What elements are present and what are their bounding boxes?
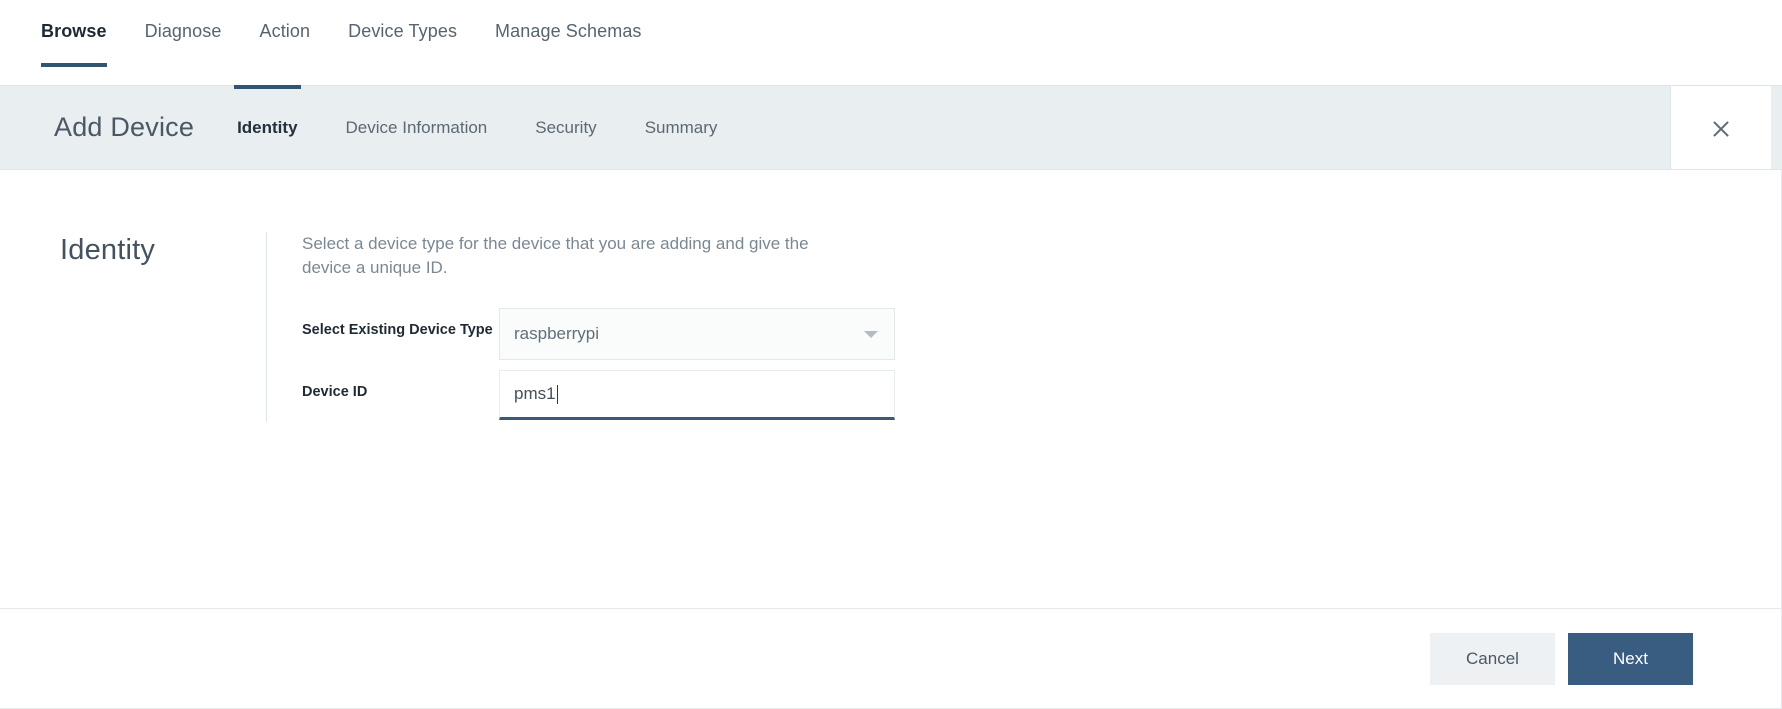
next-button[interactable]: Next: [1568, 632, 1693, 685]
page-title: Identity: [60, 234, 156, 266]
nav-item-manage-schemas[interactable]: Manage Schemas: [495, 0, 641, 85]
device-type-select[interactable]: raspberrypi: [499, 308, 895, 361]
wizard-step-summary-label: Summary: [644, 117, 718, 137]
device-id-value: pms1: [514, 384, 556, 404]
cancel-button[interactable]: Cancel: [1430, 632, 1555, 685]
nav-item-browse-label: Browse: [41, 21, 107, 41]
device-type-label: Select Existing Device Type: [302, 322, 493, 339]
nav-item-diagnose-label: Diagnose: [144, 21, 222, 41]
wizard-content-panel: Identity Select a device type for the de…: [0, 170, 1782, 608]
wizard-step-identity[interactable]: Identity: [234, 85, 302, 169]
field-row-device-type: Select Existing Device Type raspberrypi: [302, 308, 1781, 361]
nav-item-device-types-label: Device Types: [348, 21, 458, 41]
nav-item-manage-schemas-label: Manage Schemas: [495, 21, 642, 41]
identity-section: Identity Select a device type for the de…: [0, 170, 1781, 422]
field-row-device-id: Device ID pms1: [302, 370, 1781, 421]
text-cursor: [556, 384, 559, 404]
wizard-step-device-information-label: Device Information: [345, 117, 488, 137]
nav-item-diagnose[interactable]: Diagnose: [145, 0, 222, 85]
device-type-control: raspberrypi: [499, 308, 895, 361]
wizard-header: Add Device Identity Device Information S…: [0, 85, 1782, 170]
wizard-step-list: Identity Device Information Security Sum…: [234, 85, 765, 169]
wizard-step-device-information[interactable]: Device Information: [346, 86, 488, 169]
nav-item-device-types[interactable]: Device Types: [348, 0, 457, 85]
top-navigation: Browse Diagnose Action Device Types Mana…: [0, 0, 1782, 85]
nav-item-action-label: Action: [259, 21, 311, 41]
top-navigation-list: Browse Diagnose Action Device Types Mana…: [41, 0, 680, 85]
wizard-step-summary[interactable]: Summary: [645, 86, 718, 169]
device-type-selected-value: raspberrypi: [514, 324, 600, 344]
device-id-input[interactable]: pms1: [499, 370, 895, 421]
chevron-down-icon: [864, 331, 878, 339]
wizard-title: Add Device: [54, 112, 195, 142]
device-id-control: pms1: [499, 370, 895, 421]
form-description: Select a device type for the device that…: [302, 234, 809, 278]
wizard-footer: Cancel Next: [0, 608, 1782, 709]
nav-item-browse[interactable]: Browse: [41, 0, 107, 85]
device-id-label: Device ID: [302, 384, 368, 401]
wizard-step-security-label: Security: [535, 117, 597, 137]
wizard-step-identity-label: Identity: [237, 117, 298, 137]
identity-form: Select a device type for the device that…: [266, 232, 1781, 422]
wizard-step-security[interactable]: Security: [535, 86, 596, 169]
close-icon: [1711, 118, 1731, 138]
nav-item-action[interactable]: Action: [259, 0, 310, 85]
close-button[interactable]: [1670, 85, 1771, 170]
